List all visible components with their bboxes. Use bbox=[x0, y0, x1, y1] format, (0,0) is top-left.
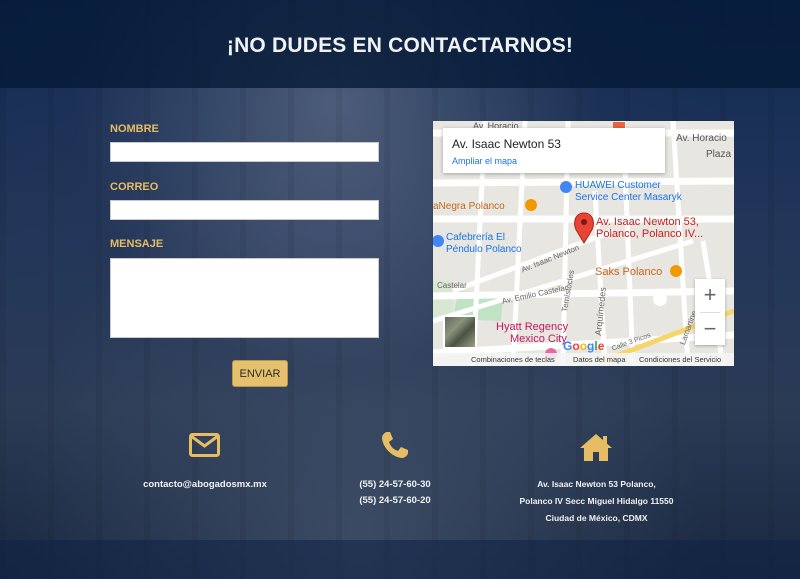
email-field[interactable] bbox=[110, 200, 379, 220]
place-label: Mexico City bbox=[510, 333, 567, 345]
email-label: CORREO bbox=[110, 181, 159, 193]
contact-address-line-2: Polanco IV Secc Miguel Hidalgo 11550 bbox=[519, 496, 674, 506]
terms-link[interactable]: Condiciones del Servicio bbox=[639, 355, 721, 364]
street-label: Castelar bbox=[437, 281, 467, 290]
restaurant-poi-icon bbox=[525, 199, 537, 211]
phone-icon bbox=[382, 432, 408, 458]
place-label: Saks Polanco bbox=[595, 266, 663, 278]
send-button[interactable]: ENVIAR bbox=[232, 360, 288, 387]
map-info-card: Av. Isaac Newton 53 Ampliar el mapa bbox=[443, 128, 665, 173]
place-label: Service Center Masaryk bbox=[575, 192, 682, 203]
page-title: ¡NO DUDES EN CONTACTARNOS! bbox=[226, 34, 574, 57]
map-attribution: Combinaciones de teclas Datos del mapa C… bbox=[433, 353, 734, 366]
map-data-link[interactable]: Datos del mapa bbox=[573, 355, 626, 364]
place-label: HUAWEI Customer bbox=[575, 180, 661, 191]
huawei-poi-icon bbox=[560, 181, 572, 193]
contact-phone-2[interactable]: (55) 24-57-60-20 bbox=[330, 495, 460, 506]
contact-address-line-3: Ciudad de México, CDMX bbox=[545, 513, 648, 523]
marker-label: Polanco, Polanco IV... bbox=[596, 228, 704, 240]
satellite-toggle[interactable] bbox=[443, 315, 477, 349]
map-info-title: Av. Isaac Newton 53 bbox=[452, 137, 561, 151]
name-field[interactable] bbox=[110, 142, 379, 162]
message-field[interactable] bbox=[110, 258, 379, 338]
google-logo: Google bbox=[563, 339, 605, 353]
keyboard-shortcuts-link[interactable]: Combinaciones de teclas bbox=[471, 355, 555, 364]
contact-email[interactable]: contacto@abogadosmx.mx bbox=[120, 479, 290, 490]
footer-band bbox=[0, 540, 800, 579]
zoom-out-button[interactable]: − bbox=[695, 313, 725, 345]
street-label: Av. Horacio bbox=[676, 133, 727, 144]
contact-address-line-1: Av. Isaac Newton 53 Polanco, bbox=[537, 479, 656, 489]
place-label: Cafebrería El bbox=[446, 232, 505, 243]
place-label: Plaza bbox=[706, 149, 732, 160]
envelope-icon bbox=[189, 433, 220, 457]
message-label: MENSAJE bbox=[110, 238, 164, 250]
place-label: Péndulo Polanco bbox=[446, 244, 522, 255]
place-label: aNegra Polanco bbox=[433, 201, 505, 212]
house-icon bbox=[580, 434, 612, 461]
zoom-in-button[interactable]: + bbox=[695, 279, 725, 311]
saks-poi-icon bbox=[670, 265, 682, 277]
name-label: NOMBRE bbox=[110, 123, 159, 135]
place-label: Hyatt Regency bbox=[496, 321, 569, 333]
contact-phone-1[interactable]: (55) 24-57-60-30 bbox=[330, 479, 460, 490]
marker-label: Av. Isaac Newton 53, bbox=[596, 216, 699, 228]
map-embed[interactable]: Av. Horacio Av. Horacio Plaza HUAWEI Cus… bbox=[433, 121, 734, 366]
zoom-controls: + − bbox=[695, 279, 725, 345]
enlarge-map-link[interactable]: Ampliar el mapa bbox=[452, 156, 517, 166]
